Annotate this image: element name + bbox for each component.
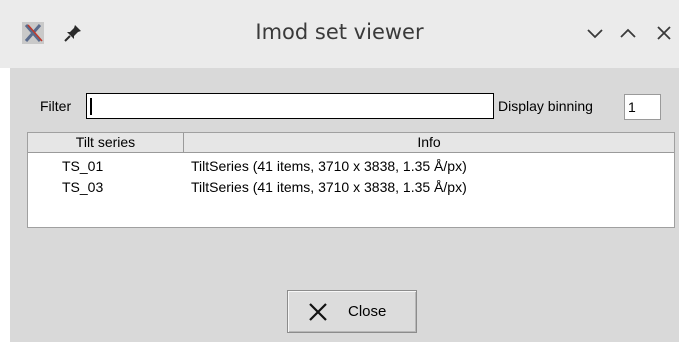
display-binning-label: Display binning bbox=[498, 98, 593, 114]
row-info: TiltSeries (41 items, 3710 x 3838, 1.35 … bbox=[191, 179, 467, 195]
filter-label: Filter bbox=[40, 98, 72, 114]
filter-input[interactable] bbox=[86, 93, 494, 119]
row-tilt-series-name: TS_03 bbox=[62, 179, 104, 195]
close-button-label: Close bbox=[348, 303, 387, 320]
dialog-content: Filter Display binning 1 Tilt series Inf… bbox=[10, 68, 679, 342]
column-header-tilt-series[interactable]: Tilt series bbox=[28, 133, 184, 153]
minimize-icon[interactable] bbox=[584, 22, 606, 44]
display-binning-input[interactable]: 1 bbox=[624, 94, 661, 120]
close-icon[interactable] bbox=[653, 22, 675, 44]
text-cursor bbox=[90, 98, 92, 115]
title-bar[interactable]: Imod set viewer bbox=[0, 0, 679, 68]
maximize-icon[interactable] bbox=[617, 22, 639, 44]
imod-set-viewer-window: Imod set viewer Filter Display binning 1… bbox=[0, 0, 679, 342]
row-tilt-series-name: TS_01 bbox=[62, 158, 104, 174]
column-header-info[interactable]: Info bbox=[184, 133, 674, 153]
window-title: Imod set viewer bbox=[255, 20, 424, 44]
tilt-series-table[interactable]: Tilt series Info TS_01 TiltSeries (41 it… bbox=[27, 132, 675, 228]
close-button[interactable]: Close bbox=[287, 290, 417, 333]
x-icon bbox=[309, 303, 327, 321]
row-info: TiltSeries (41 items, 3710 x 3838, 1.35 … bbox=[191, 158, 467, 174]
